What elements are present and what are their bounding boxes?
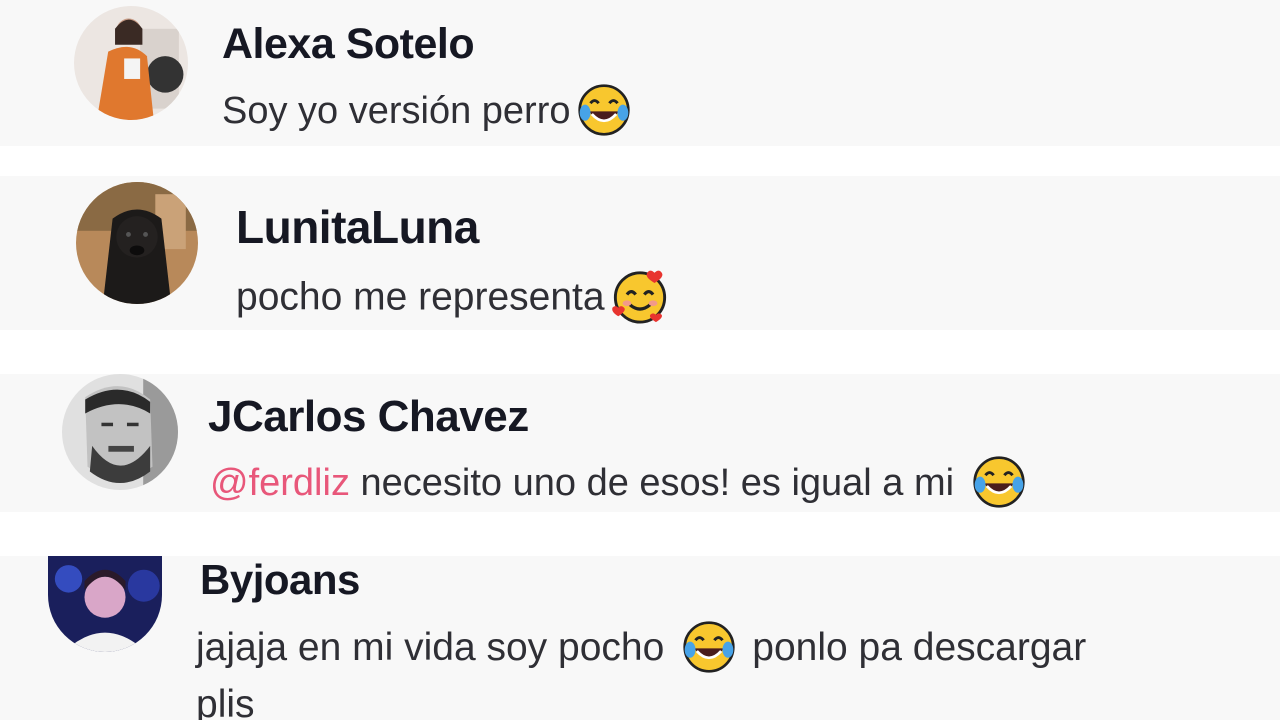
comment-text: Soy yo versión perro [222,83,631,140]
mention-link[interactable]: @ferdliz [210,462,350,504]
comment-body: necesito uno de esos! es igual a mi [349,462,955,505]
avatar[interactable] [76,182,198,304]
laughing-tears-icon [972,455,1026,509]
comment-body: plis [196,682,255,720]
comment-card: Byjoans jajaja en mi vida soy pocho ponl… [0,556,1280,720]
comment-username[interactable]: JCarlos Chavez [208,392,529,442]
comment-body: Soy yo versión perro [222,90,571,133]
laughing-tears-icon [577,83,631,137]
comment-card: JCarlos Chavez @ferdliz necesito uno de … [0,374,1280,512]
comment-body: jajaja en mi vida soy pocho [196,626,665,669]
avatar[interactable] [62,374,178,490]
comment-body: pocho me representa [236,275,605,319]
comment-card: LunitaLuna pocho me representa [0,176,1280,330]
comment-body: ponlo pa descargar [752,626,1087,669]
comment-text: @ferdliz necesito uno de esos! es igual … [210,455,1026,512]
avatar[interactable] [74,6,188,120]
comment-username[interactable]: Byjoans [200,556,360,604]
comment-username[interactable]: Alexa Sotelo [222,20,475,69]
avatar[interactable] [48,556,162,652]
comment-text: pocho me representa [236,270,669,328]
comment-text: jajaja en mi vida soy pocho ponlo pa des… [196,620,1256,720]
comments-screen: Alexa Sotelo Soy yo versión perro Lunita… [0,0,1280,720]
comment-username[interactable]: LunitaLuna [236,200,479,254]
smiling-face-with-hearts-icon [611,267,669,325]
laughing-tears-icon [682,620,736,674]
comment-card: Alexa Sotelo Soy yo versión perro [0,0,1280,146]
